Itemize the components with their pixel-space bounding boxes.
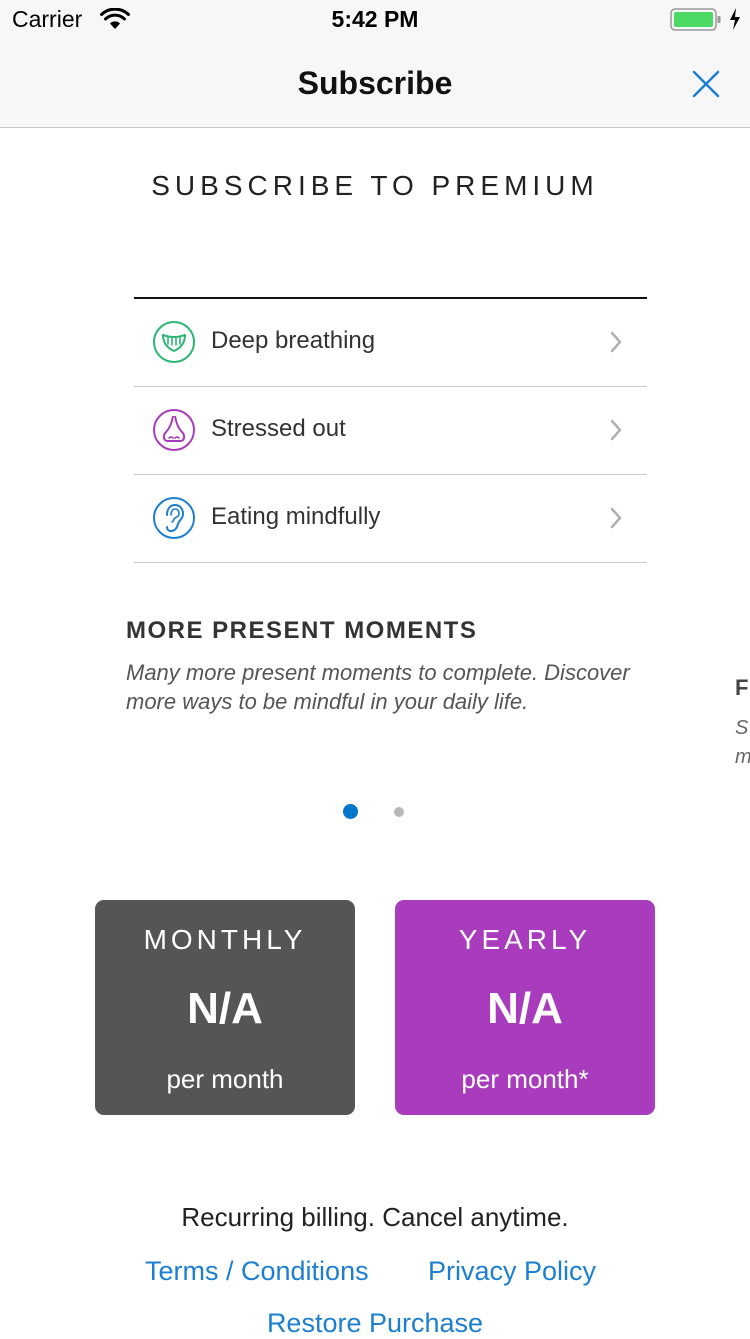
billing-notice: Recurring billing. Cancel anytime. xyxy=(181,1202,569,1232)
navigation-bar: Subscribe xyxy=(0,40,750,128)
privacy-policy-link[interactable]: Privacy Policy xyxy=(428,1256,596,1287)
page-dot[interactable] xyxy=(394,807,404,817)
list-item-label: Eating mindfully xyxy=(211,503,381,530)
moments-list: Deep breathing Stressed out Eating mindf… xyxy=(134,297,647,563)
mouth-icon xyxy=(153,321,195,363)
chevron-right-icon xyxy=(610,419,622,441)
plan-name: YEARLY xyxy=(458,924,592,955)
yearly-plan-button[interactable]: YEARLY N/A per month* xyxy=(395,900,655,1115)
plan-name: MONTHLY xyxy=(143,924,307,955)
list-item-deep-breathing[interactable]: Deep breathing xyxy=(134,299,647,387)
list-item-eating-mindfully[interactable]: Eating mindfully xyxy=(134,475,647,563)
plan-price: N/A xyxy=(187,984,263,1033)
subscribe-heading: SUBSCRIBE TO PREMIUM xyxy=(151,170,599,201)
chevron-right-icon xyxy=(610,507,622,529)
next-card-description-peek: S m xyxy=(735,714,750,772)
page-title: Subscribe xyxy=(297,65,453,101)
carousel-title: MORE PRESENT MOMENTS xyxy=(126,617,478,644)
plan-period: per month* xyxy=(461,1064,589,1094)
monthly-plan-button[interactable]: MONTHLY N/A per month xyxy=(95,900,355,1115)
list-item-stressed-out[interactable]: Stressed out xyxy=(134,387,647,475)
list-item-label: Deep breathing xyxy=(211,327,376,354)
nose-icon xyxy=(153,409,195,451)
restore-purchase-link[interactable]: Restore Purchase xyxy=(0,1308,750,1339)
peek-line: S xyxy=(735,717,749,739)
status-bar: Carrier 5:42 PM xyxy=(0,0,750,40)
page-dot-active[interactable] xyxy=(343,804,358,819)
peek-line: m xyxy=(735,743,750,772)
charging-bolt-icon xyxy=(730,8,740,30)
chevron-right-icon xyxy=(610,331,622,353)
list-item-label: Stressed out xyxy=(211,415,346,442)
clock-label: 5:42 PM xyxy=(331,6,419,32)
next-card-title-peek: F xyxy=(735,675,749,700)
page-indicator xyxy=(0,804,750,820)
battery-icon xyxy=(670,8,721,31)
carousel-description: Many more present moments to complete. D… xyxy=(126,660,630,714)
plan-price: N/A xyxy=(487,984,563,1033)
plan-period: per month xyxy=(166,1064,284,1094)
close-icon[interactable] xyxy=(686,64,726,104)
terms-link[interactable]: Terms / Conditions xyxy=(145,1256,369,1287)
ear-icon xyxy=(153,497,195,539)
